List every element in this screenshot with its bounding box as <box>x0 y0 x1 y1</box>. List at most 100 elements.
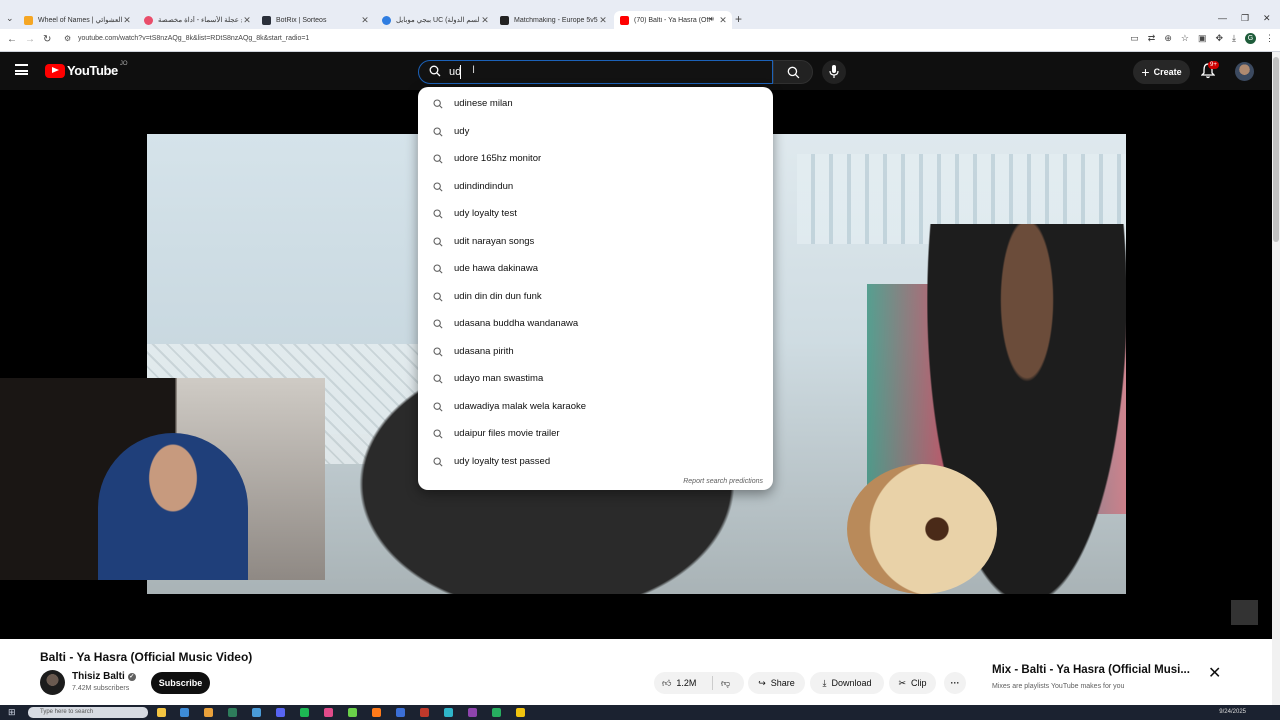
suggestion-item[interactable]: udinese milan <box>418 91 773 118</box>
tab-close-icon[interactable]: ✕ <box>598 15 608 26</box>
report-search-predictions-link[interactable]: Report search predictions <box>683 478 763 485</box>
taskbar-app-icon[interactable] <box>252 708 261 717</box>
more-actions-button[interactable]: ··· <box>944 672 966 694</box>
taskbar-app-icon[interactable] <box>492 708 501 717</box>
page-scrollbar[interactable] <box>1272 52 1280 705</box>
search-button[interactable] <box>773 60 813 84</box>
scrollbar-thumb[interactable] <box>1273 57 1279 242</box>
close-playlist-icon[interactable]: ✕ <box>1208 663 1221 683</box>
tab-search-icon[interactable]: ⌄ <box>6 13 14 24</box>
tab-2[interactable]: BotRix | Sorteos ✕ <box>256 11 374 29</box>
suggestion-item[interactable]: udy loyalty test passed <box>418 449 773 476</box>
browser-menu-icon[interactable]: ⋮ <box>1265 33 1274 44</box>
suggestion-item[interactable]: udin din din dun funk <box>418 284 773 311</box>
taskbar-app-icon[interactable] <box>276 708 285 717</box>
suggestion-item[interactable]: udit narayan songs <box>418 229 773 256</box>
search-icon <box>433 346 443 357</box>
tab-close-icon[interactable]: ✕ <box>718 15 728 26</box>
taskbar-app-icon[interactable] <box>468 708 477 717</box>
suggestion-item[interactable]: udawadiya malak wela karaoke <box>418 394 773 421</box>
suggestion-item[interactable]: udasana buddha wandanawa <box>418 311 773 338</box>
tab-close-icon[interactable]: ✕ <box>480 15 490 26</box>
tab-close-icon[interactable]: ✕ <box>122 15 132 26</box>
subscribe-button[interactable]: Subscribe <box>151 672 210 694</box>
clip-button[interactable]: ✂ Clip <box>889 672 936 694</box>
mix-title[interactable]: Mix - Balti - Ya Hasra (Official Musi... <box>992 664 1190 676</box>
bookmark-star-icon[interactable]: ☆ <box>1181 33 1189 44</box>
subscriber-count: 7.42M subscribers <box>72 685 130 692</box>
taskbar-app-icon[interactable] <box>204 708 213 717</box>
maximize-icon[interactable]: ❐ <box>1241 13 1249 24</box>
taskbar-app-icon[interactable] <box>516 708 525 717</box>
user-avatar[interactable] <box>1235 62 1254 81</box>
taskbar-app-icon[interactable] <box>300 708 309 717</box>
url-field[interactable]: youtube.com/watch?v=tS8nzAQg_8k&list=RDt… <box>78 35 309 42</box>
tab-3[interactable]: ببجي موبايل UC (السم الدولة) | خ ✕ <box>376 11 494 29</box>
suggestion-item[interactable]: udayo man swastima <box>418 366 773 393</box>
search-icon <box>433 181 443 192</box>
suggestion-item[interactable]: udore 165hz monitor <box>418 146 773 173</box>
dislike-button[interactable]: 👎︎ <box>713 678 730 689</box>
minimize-icon[interactable]: — <box>1218 13 1227 23</box>
taskbar-app-icon[interactable] <box>228 708 237 717</box>
youtube-logo[interactable]: YouTube JO <box>45 61 128 78</box>
zoom-icon[interactable]: ⊕ <box>1164 33 1172 44</box>
suggestion-item[interactable]: udy loyalty test <box>418 201 773 228</box>
install-icon[interactable]: ▭ <box>1130 33 1139 44</box>
channel-avatar[interactable] <box>40 670 65 695</box>
taskbar-app-icon[interactable] <box>348 708 357 717</box>
search-icon <box>433 291 443 302</box>
share-button[interactable]: ↪ Share <box>748 672 805 694</box>
taskbar-app-icon[interactable] <box>396 708 405 717</box>
tab-0[interactable]: Wheel of Names | أسماء العشوائي ✕ <box>18 11 136 29</box>
search-input[interactable]: ud I <box>418 60 773 84</box>
taskbar-app-icon[interactable] <box>157 708 166 717</box>
channel-name[interactable]: Thisiz Balti <box>72 671 125 682</box>
tab-title: Wheel of Names | أسماء العشوائي <box>38 17 122 24</box>
youtube-play-icon <box>45 63 65 78</box>
reload-icon[interactable]: ↻ <box>43 34 51 45</box>
speaker-icon[interactable]: 🔊︎ <box>710 16 714 24</box>
hamburger-menu-icon[interactable] <box>15 64 28 75</box>
taskbar-app-icon[interactable] <box>420 708 429 717</box>
suggestion-item[interactable]: udindindindun <box>418 174 773 201</box>
create-button[interactable]: + Create <box>1133 60 1190 84</box>
start-icon[interactable]: ⊞ <box>8 707 16 718</box>
mix-playlist-header[interactable]: Mix - Balti - Ya Hasra (Official Musi...… <box>984 659 1232 703</box>
suggestion-item[interactable]: udasana pirith <box>418 339 773 366</box>
extension-icon[interactable]: ▣ <box>1198 33 1207 44</box>
taskbar-search-field[interactable]: Type here to search <box>28 707 148 718</box>
taskbar-app-icon[interactable] <box>180 708 189 717</box>
verified-check-icon: ✓ <box>127 673 136 681</box>
channel-name-row[interactable]: Thisiz Balti ✓ <box>72 671 136 682</box>
suggestion-item[interactable]: ude hawa dakinawa <box>418 256 773 283</box>
suggestion-text: ude hawa dakinawa <box>454 263 538 274</box>
downloads-icon[interactable]: ⤓ <box>1232 33 1236 44</box>
suggestion-item[interactable]: udy <box>418 119 773 146</box>
channel-watermark[interactable] <box>1231 600 1258 625</box>
window-close-icon[interactable]: ✕ <box>1263 13 1271 24</box>
like-button[interactable]: 👍︎ 1.2M <box>654 678 712 689</box>
tab-close-icon[interactable]: ✕ <box>242 15 252 26</box>
tab-close-icon[interactable]: ✕ <box>360 15 370 26</box>
forward-icon[interactable]: → <box>25 34 35 45</box>
translate-icon[interactable]: ⇄ <box>1148 33 1156 44</box>
address-bar: ← → ↻ ⚙ youtube.com/watch?v=tS8nzAQg_8k&… <box>0 29 1280 52</box>
tab-1[interactable]: برنامج عجلة الأسماء - أداة مخصصة ✕ <box>138 11 256 29</box>
suggestion-item[interactable]: udaipur files movie trailer <box>418 421 773 448</box>
back-icon[interactable]: ← <box>7 34 17 45</box>
tab-5-active[interactable]: (70) Balti - Ya Hasra (Offici 🔊︎ ✕ <box>614 11 732 29</box>
download-button[interactable]: ⤓ Download <box>810 672 884 694</box>
suggestion-text: udayo man swastima <box>454 373 544 384</box>
taskbar-app-icon[interactable] <box>372 708 381 717</box>
tab-4[interactable]: Matchmaking - Europe 5v5 Qui ✕ <box>494 11 612 29</box>
extensions-puzzle-icon[interactable]: ✥ <box>1215 33 1223 44</box>
site-info-icon[interactable]: ⚙ <box>64 34 71 43</box>
suggestion-text: udasana buddha wandanawa <box>454 318 579 329</box>
taskbar-app-icon[interactable] <box>444 708 453 717</box>
taskbar-app-icon[interactable] <box>324 708 333 717</box>
voice-search-button[interactable] <box>822 60 846 84</box>
profile-avatar[interactable]: G <box>1245 33 1256 44</box>
new-tab-icon[interactable]: + <box>735 12 742 26</box>
clip-label: Clip <box>911 678 927 688</box>
